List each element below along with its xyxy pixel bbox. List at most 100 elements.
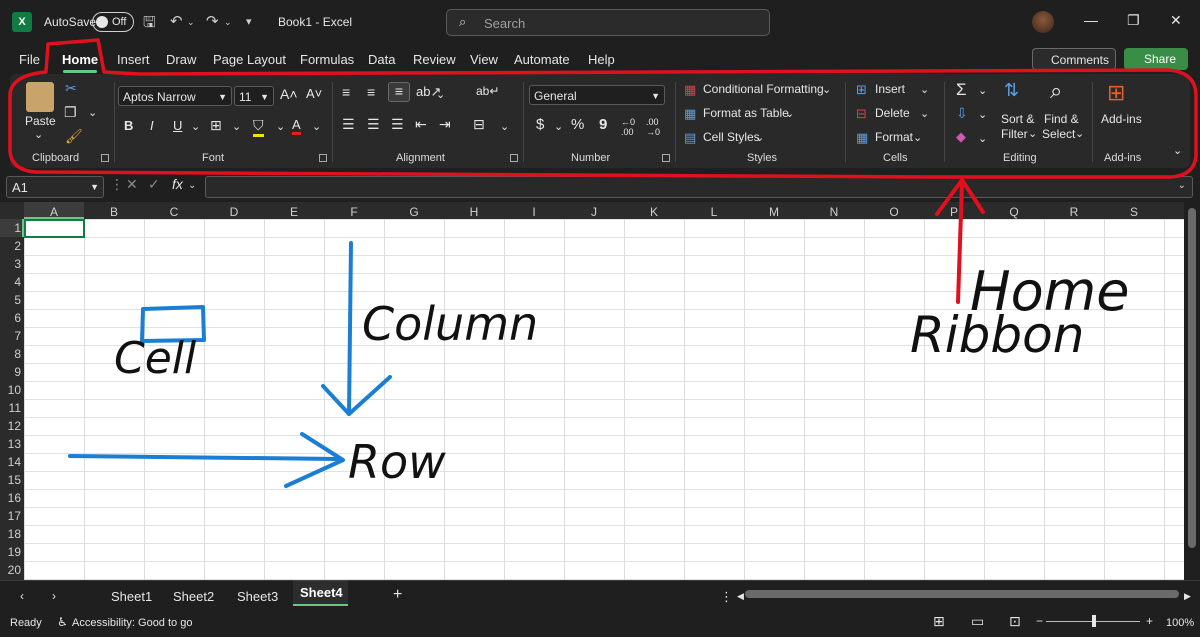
borders-dropdown-icon[interactable]: ⌄ — [232, 120, 241, 133]
column-header[interactable]: I — [504, 205, 564, 219]
row-header[interactable]: 10 — [0, 383, 21, 397]
merge-center-icon[interactable]: ⊟ — [473, 116, 485, 133]
column-header[interactable]: K — [624, 205, 684, 219]
chevron-down-icon[interactable]: ⌄ — [913, 131, 922, 144]
column-header[interactable]: J — [564, 205, 624, 219]
row-header[interactable]: 13 — [0, 437, 21, 451]
column-header[interactable]: E — [264, 205, 324, 219]
format-as-table-button[interactable]: Format as Table — [703, 106, 789, 120]
column-header[interactable]: P — [924, 205, 984, 219]
tab-draw[interactable]: Draw — [166, 52, 196, 67]
chevron-down-icon[interactable]: ⌄ — [755, 131, 764, 144]
column-header[interactable]: M — [744, 205, 804, 219]
row-header[interactable]: 4 — [0, 275, 21, 289]
align-middle-icon[interactable]: ≡ — [367, 84, 375, 100]
align-right-icon[interactable]: ☰ — [391, 116, 404, 133]
column-header[interactable]: D — [204, 205, 264, 219]
clear-dropdown-icon[interactable]: ⌄ — [978, 132, 987, 145]
zoom-slider-knob[interactable] — [1092, 615, 1096, 627]
column-header[interactable]: S — [1104, 205, 1164, 219]
cancel-entry-icon[interactable]: ✕ — [126, 176, 138, 193]
font-color-dropdown-icon[interactable]: ⌄ — [312, 120, 321, 133]
save-icon[interactable]: 🖫 — [143, 12, 156, 37]
tab-file[interactable]: File — [19, 52, 40, 67]
paste-dropdown-icon[interactable]: ⌄ — [34, 128, 43, 141]
align-center-icon[interactable]: ☰ — [367, 116, 380, 133]
name-box[interactable]: A1 ▼ — [6, 176, 104, 198]
sheet-tab-2[interactable]: Sheet2 — [173, 589, 214, 604]
increase-decimal-icon[interactable]: ←0.00 — [621, 117, 635, 137]
search-box[interactable]: ⌕ Search — [446, 9, 770, 36]
row-header[interactable]: 12 — [0, 419, 21, 433]
sheet-tab-1[interactable]: Sheet1 — [111, 589, 152, 604]
redo-icon[interactable]: ↷ — [206, 12, 219, 30]
row-header[interactable]: 5 — [0, 293, 21, 307]
copy-dropdown-icon[interactable]: ⌄ — [88, 106, 97, 119]
increase-indent-icon[interactable]: ⇥ — [439, 116, 451, 133]
cell-styles-button[interactable]: Cell Styles — [703, 130, 760, 144]
row-header[interactable]: 11 — [0, 401, 21, 415]
formula-input[interactable]: ⌄ — [205, 176, 1193, 198]
row-header[interactable]: 19 — [0, 545, 21, 559]
bold-button[interactable]: B — [124, 118, 133, 133]
zoom-out-icon[interactable]: − — [1036, 614, 1043, 628]
row-header[interactable]: 6 — [0, 311, 21, 325]
add-ins-button[interactable]: Add-ins — [1101, 112, 1142, 126]
column-header[interactable]: B — [84, 205, 144, 219]
scroll-thumb[interactable] — [1188, 208, 1196, 548]
decrease-font-icon[interactable]: A˅ — [306, 86, 322, 101]
comma-button[interactable]: 9 — [599, 116, 607, 133]
column-header[interactable]: L — [684, 205, 744, 219]
undo-icon[interactable]: ↶ — [170, 12, 183, 30]
vertical-scrollbar[interactable] — [1184, 202, 1200, 580]
align-bottom-icon[interactable]: ≡ — [388, 82, 410, 102]
zoom-in-icon[interactable]: + — [1146, 614, 1153, 628]
active-sheet-tab[interactable]: Sheet4 — [293, 580, 348, 606]
tab-home[interactable]: Home — [62, 52, 98, 67]
fx-dropdown-icon[interactable]: ⌄ — [188, 180, 196, 191]
find-select-label-1[interactable]: Find & — [1044, 112, 1079, 126]
column-header[interactable]: G — [384, 205, 444, 219]
format-button[interactable]: Format — [875, 130, 913, 144]
paste-icon[interactable] — [26, 82, 54, 112]
tab-review[interactable]: Review — [413, 52, 456, 67]
alignment-launcher-icon[interactable] — [510, 154, 518, 162]
row-header[interactable]: 14 — [0, 455, 21, 469]
decrease-decimal-icon[interactable]: .00 →0 — [646, 117, 660, 137]
scroll-left-icon[interactable]: ◀ — [737, 591, 744, 602]
chevron-down-icon[interactable]: ⌄ — [1075, 127, 1084, 140]
font-family-select[interactable]: Aptos Narrow ▼ — [118, 86, 232, 106]
column-header[interactable]: N — [804, 205, 864, 219]
format-painter-icon[interactable]: 🖌 — [65, 128, 83, 145]
page-break-view-icon[interactable]: ⊡ — [1009, 613, 1021, 630]
minimize-icon[interactable]: — — [1084, 12, 1098, 28]
chevron-down-icon[interactable]: ⌄ — [920, 83, 929, 96]
normal-view-icon[interactable]: ⊞ — [933, 613, 945, 630]
decrease-indent-icon[interactable]: ⇤ — [415, 116, 427, 133]
insert-button[interactable]: Insert — [875, 82, 905, 96]
chevron-down-icon[interactable]: ⌄ — [785, 107, 794, 120]
sheet-tab-3[interactable]: Sheet3 — [237, 589, 278, 604]
row-header[interactable]: 17 — [0, 509, 21, 523]
row-header[interactable]: 8 — [0, 347, 21, 361]
share-button[interactable]: Share — [1124, 48, 1188, 70]
font-color-icon[interactable]: A — [292, 117, 301, 135]
orientation-dropdown-icon[interactable]: ⌄ — [436, 88, 445, 101]
sort-filter-label-1[interactable]: Sort & — [1001, 112, 1034, 126]
wrap-text-icon[interactable]: ab↵ — [476, 84, 499, 98]
prev-sheet-icon[interactable]: ‹ — [20, 589, 24, 603]
autosum-dropdown-icon[interactable]: ⌄ — [978, 84, 987, 97]
horizontal-scrollbar[interactable] — [745, 590, 1179, 598]
page-layout-view-icon[interactable]: ▭ — [971, 613, 984, 630]
expand-formula-icon[interactable]: ⌄ — [1178, 180, 1186, 191]
active-cell[interactable] — [24, 219, 85, 238]
tab-page-layout[interactable]: Page Layout — [213, 52, 286, 67]
tab-automate[interactable]: Automate — [514, 52, 570, 67]
column-header[interactable]: O — [864, 205, 924, 219]
row-header[interactable]: 9 — [0, 365, 21, 379]
row-header[interactable]: 2 — [0, 239, 21, 253]
find-select-label-2[interactable]: Select — [1042, 127, 1075, 141]
fill-color-icon[interactable]: ⛉ — [253, 117, 264, 137]
tab-help[interactable]: Help — [588, 52, 615, 67]
accessibility-icon[interactable]: ♿ — [57, 615, 68, 629]
